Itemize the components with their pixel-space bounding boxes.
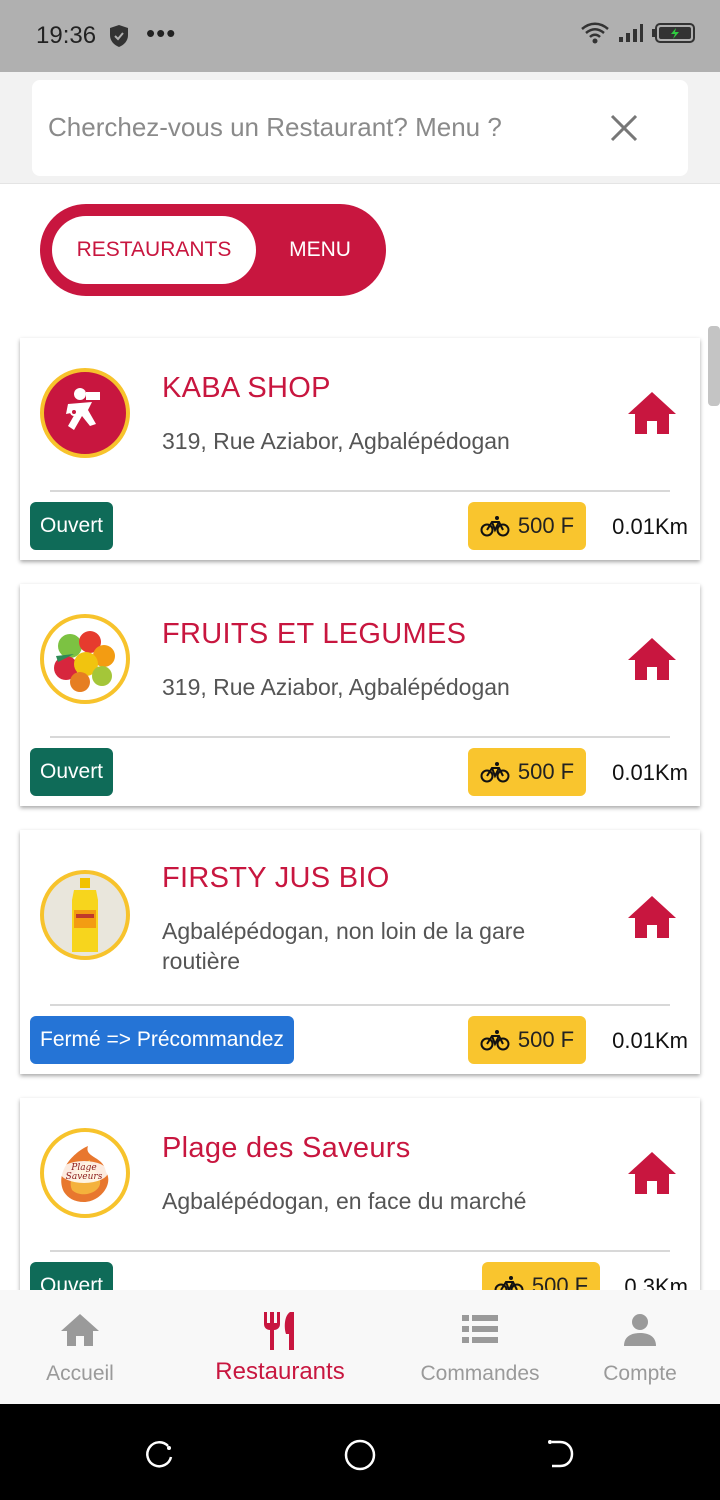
- restaurant-address: 319, Rue Aziabor, Agbalépédogan: [162, 428, 510, 454]
- distance: 0.01Km: [612, 760, 688, 785]
- search-input[interactable]: Cherchez-vous un Restaurant? Menu ?: [32, 80, 688, 176]
- plage-des-saveurs-logo: Plage Saveurs: [40, 1128, 130, 1218]
- delivery-fee-badge: 500 F: [482, 1262, 600, 1290]
- restaurant-card[interactable]: FRUITS ET LEGUMES 319, Rue Aziabor, Agba…: [20, 584, 700, 806]
- nav-label: Compte: [603, 1362, 677, 1385]
- bottom-navigation: Accueil Restaurants Commandes Compte: [0, 1290, 720, 1404]
- status-badge: Fermé => Précommandez: [30, 1016, 294, 1064]
- delivery-man-icon: [40, 368, 130, 458]
- nav-label: Accueil: [46, 1362, 114, 1385]
- restaurant-name: Plage des Saveurs: [162, 1132, 411, 1164]
- restaurant-address: Agbalépédogan, non loin de la gare routi…: [162, 918, 526, 974]
- scrollbar[interactable]: [708, 326, 720, 406]
- home-icon[interactable]: [626, 390, 678, 436]
- divider: [50, 1250, 670, 1252]
- home-button-icon[interactable]: [343, 1438, 377, 1472]
- shield-icon: [108, 24, 130, 53]
- restaurant-name: FRUITS ET LEGUMES: [162, 618, 467, 650]
- delivery-fee-badge: 500 F: [468, 502, 586, 550]
- status-indicators: [580, 22, 696, 49]
- home-icon[interactable]: [626, 1150, 678, 1196]
- status-badge: Ouvert: [30, 502, 114, 550]
- restaurant-card[interactable]: Plage Saveurs Plage des Saveurs Agbalépé…: [20, 1098, 700, 1290]
- fork-knife-icon: [264, 1312, 294, 1350]
- status-badge: Ouvert: [30, 1262, 114, 1290]
- nav-compte[interactable]: Compte: [550, 1290, 720, 1404]
- fruits-vegetables-image: [40, 614, 130, 704]
- back-icon[interactable]: [544, 1438, 576, 1470]
- delivery-fee-badge: 500 F: [468, 748, 586, 796]
- distance: 0.3Km: [624, 1274, 688, 1290]
- divider: [50, 736, 670, 738]
- delivery-fee: 500 F: [517, 759, 575, 784]
- restaurant-name: FIRSTY JUS BIO: [162, 862, 390, 894]
- restaurants-menu-toggle: RESTAURANTS MENU: [40, 204, 386, 296]
- tab-menu[interactable]: MENU: [272, 216, 368, 284]
- bicycle-icon: [480, 1030, 510, 1051]
- nav-commandes[interactable]: Commandes: [390, 1290, 570, 1404]
- close-icon[interactable]: [606, 110, 642, 146]
- signal-icon: [618, 23, 644, 48]
- delivery-fee-badge: 500 F: [468, 1016, 586, 1064]
- bicycle-icon: [480, 762, 510, 783]
- bicycle-icon: [494, 1276, 524, 1290]
- distance: 0.01Km: [612, 514, 688, 539]
- juice-bottle-image: [40, 870, 130, 960]
- wifi-icon: [580, 22, 610, 49]
- recents-icon[interactable]: [144, 1438, 176, 1470]
- search-bar-container: Cherchez-vous un Restaurant? Menu ?: [0, 72, 720, 184]
- restaurant-list[interactable]: KABA SHOP 319, Rue Aziabor, Agbalépédoga…: [0, 320, 720, 1290]
- status-badge: Ouvert: [30, 748, 114, 796]
- status-more-icon: •••: [146, 18, 177, 48]
- restaurant-card[interactable]: KABA SHOP 319, Rue Aziabor, Agbalépédoga…: [20, 338, 700, 560]
- search-placeholder: Cherchez-vous un Restaurant? Menu ?: [48, 112, 502, 142]
- bicycle-icon: [480, 516, 510, 537]
- delivery-fee: 500 F: [517, 1027, 575, 1052]
- divider: [50, 490, 670, 492]
- restaurant-address: 319, Rue Aziabor, Agbalépédogan: [162, 674, 510, 700]
- home-icon[interactable]: [626, 636, 678, 682]
- divider: [50, 1004, 670, 1006]
- distance: 0.01Km: [612, 1028, 688, 1053]
- battery-icon: [652, 22, 696, 49]
- system-navigation-bar: [0, 1404, 720, 1500]
- home-icon[interactable]: [626, 894, 678, 940]
- restaurant-address: Agbalépédogan, en face du marché: [162, 1188, 527, 1214]
- svg-text:Saveurs: Saveurs: [66, 1172, 103, 1182]
- nav-accueil[interactable]: Accueil: [0, 1290, 170, 1404]
- restaurant-card[interactable]: FIRSTY JUS BIO Agbalépédogan, non loin d…: [20, 830, 700, 1074]
- list-icon: [462, 1315, 498, 1343]
- status-bar: 19:36 •••: [0, 0, 720, 72]
- nav-restaurants[interactable]: Restaurants: [190, 1290, 370, 1404]
- nav-label: Commandes: [420, 1362, 540, 1385]
- delivery-fee: 500 F: [531, 1273, 589, 1290]
- delivery-fee: 500 F: [517, 513, 575, 538]
- person-icon: [624, 1314, 656, 1346]
- restaurant-name: KABA SHOP: [162, 372, 331, 404]
- status-time: 19:36: [36, 22, 97, 49]
- nav-label: Restaurants: [215, 1358, 345, 1385]
- tab-restaurants[interactable]: RESTAURANTS: [52, 216, 256, 284]
- home-icon: [61, 1314, 99, 1346]
